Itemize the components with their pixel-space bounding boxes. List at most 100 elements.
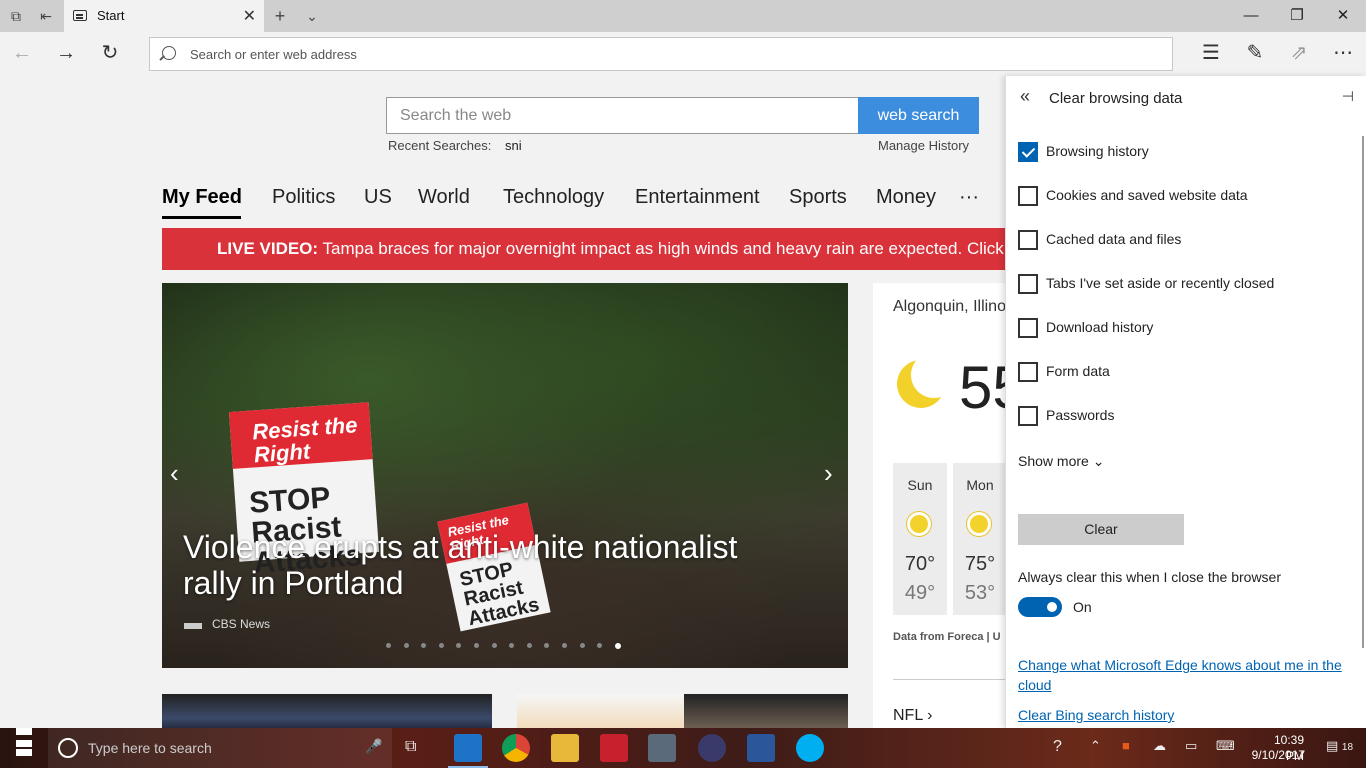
show-more-toggle[interactable]: Show more ⌄ xyxy=(1018,453,1104,470)
clock-date[interactable]: 9/10/2017 xyxy=(1243,748,1305,762)
back-chevron-icon[interactable]: « xyxy=(1020,86,1030,107)
always-clear-toggle[interactable] xyxy=(1018,597,1062,617)
web-search-input[interactable]: Search the web xyxy=(386,97,859,134)
tab-start[interactable]: Start ✕ xyxy=(64,0,264,32)
tab-us[interactable]: US xyxy=(364,186,392,209)
tab-world[interactable]: World xyxy=(418,186,470,209)
file-explorer-icon[interactable] xyxy=(551,734,579,762)
web-search-button[interactable]: web search xyxy=(858,97,979,134)
more-tabs-icon[interactable]: ··· xyxy=(959,186,979,209)
carousel-prev-icon[interactable]: ‹ xyxy=(170,458,179,489)
keyboard-icon[interactable]: ⌨ xyxy=(1216,738,1235,754)
tab-politics[interactable]: Politics xyxy=(272,186,335,209)
clear-button[interactable]: Clear xyxy=(1018,514,1184,545)
edge-app-icon[interactable] xyxy=(448,734,488,768)
onedrive-icon[interactable]: ☁ xyxy=(1153,738,1166,754)
nfl-section-link[interactable]: NFL › xyxy=(893,707,932,725)
network-icon[interactable]: ▭ xyxy=(1185,738,1197,754)
clear-bing-history-link[interactable]: Clear Bing search history xyxy=(1018,707,1174,723)
forecast-day-label: Mon xyxy=(966,477,994,493)
taskbar-search-box[interactable]: Type here to search 🎤 xyxy=(48,728,392,768)
more-icon[interactable]: ⋯ xyxy=(1331,42,1355,66)
checkbox[interactable] xyxy=(1018,406,1038,426)
hub-icon[interactable]: ☰ xyxy=(1199,42,1223,66)
refresh-icon[interactable]: ↻ xyxy=(98,42,122,66)
minimize-button[interactable]: — xyxy=(1228,0,1274,32)
task-view-icon[interactable]: ⧉ xyxy=(405,738,416,756)
forward-icon[interactable]: → xyxy=(54,42,78,66)
new-tab-icon[interactable]: + xyxy=(272,7,288,25)
carousel-dot[interactable] xyxy=(491,643,497,648)
close-tab-icon[interactable]: ✕ xyxy=(243,6,256,26)
carousel-next-icon[interactable]: › xyxy=(824,458,833,489)
set-aside-tabs-icon[interactable]: ⇤ xyxy=(38,8,54,24)
checkbox[interactable] xyxy=(1018,230,1038,250)
carousel-dot[interactable] xyxy=(562,643,567,648)
tab-preview-chevron-icon[interactable]: ⌄ xyxy=(304,8,320,24)
carousel-dot[interactable] xyxy=(544,643,550,648)
live-video-banner[interactable]: LIVE VIDEO: Tampa braces for major overn… xyxy=(162,228,1005,270)
carousel-dot[interactable] xyxy=(421,643,427,648)
news-tile[interactable] xyxy=(684,694,848,728)
tab-entertainment[interactable]: Entertainment xyxy=(635,186,760,209)
tab-technology[interactable]: Technology xyxy=(503,186,604,209)
eclipse-app-icon[interactable] xyxy=(698,734,726,762)
hero-headline[interactable]: Violence erupts at anti-white nationalis… xyxy=(183,529,803,601)
share-icon[interactable]: ⇗ xyxy=(1287,42,1311,66)
pin-icon[interactable]: ⊣ xyxy=(1342,88,1354,105)
checkbox[interactable] xyxy=(1018,186,1038,206)
carousel-dot[interactable] xyxy=(526,643,532,648)
close-window-button[interactable]: ✕ xyxy=(1320,0,1366,32)
cloud-data-link[interactable]: Change what Microsoft Edge knows about m… xyxy=(1018,655,1348,695)
recent-search-item[interactable]: sni xyxy=(505,138,522,153)
skype-app-icon[interactable] xyxy=(796,734,824,762)
office-icon[interactable]: ■ xyxy=(1122,738,1130,753)
checkbox[interactable] xyxy=(1018,142,1038,162)
carousel-dot[interactable] xyxy=(386,643,391,648)
hero-carousel[interactable]: Resist the Right STOP Racist Attacks Res… xyxy=(162,283,848,668)
sun-icon xyxy=(970,515,988,533)
carousel-dot[interactable] xyxy=(509,643,515,648)
carousel-dot[interactable] xyxy=(438,643,444,648)
panel-scrollbar[interactable] xyxy=(1362,136,1364,648)
restore-button[interactable]: ❐ xyxy=(1274,0,1320,32)
help-icon[interactable]: ? xyxy=(1053,738,1062,756)
weather-card[interactable]: Algonquin, Illino 55 Sun 70° 49° Mon 75°… xyxy=(873,283,1005,728)
back-icon[interactable]: ← xyxy=(10,42,34,66)
carousel-dot[interactable] xyxy=(579,643,585,648)
option-label: Cached data and files xyxy=(1046,231,1182,247)
checkbox[interactable] xyxy=(1018,362,1038,382)
web-search-placeholder: Search the web xyxy=(400,107,512,124)
carousel-dot[interactable] xyxy=(403,643,409,648)
acrobat-app-icon[interactable] xyxy=(600,734,628,762)
show-hidden-icons-chevron-icon[interactable]: ⌃ xyxy=(1090,738,1101,754)
chrome-app-icon[interactable] xyxy=(502,734,530,762)
windows-start-icon[interactable] xyxy=(0,728,48,768)
cortana-icon xyxy=(58,738,78,758)
microphone-icon[interactable]: 🎤 xyxy=(365,738,382,755)
carousel-dot[interactable] xyxy=(597,643,603,648)
carousel-dot[interactable] xyxy=(614,643,621,649)
carousel-dot[interactable] xyxy=(474,643,479,648)
news-tile[interactable] xyxy=(162,694,492,728)
news-tile[interactable] xyxy=(517,694,684,728)
forecast-high: 75° xyxy=(964,553,996,575)
taskbar: Type here to search 🎤 ⧉ ? ⌃ ■ ☁ ▭ ⌨ 10:3… xyxy=(0,728,1366,768)
notification-center-icon[interactable]: ▤ 18 xyxy=(1326,738,1353,754)
checkbox[interactable] xyxy=(1018,274,1038,294)
moon-icon xyxy=(897,352,957,408)
nfl-label: NFL xyxy=(893,707,923,724)
tab-my-feed[interactable]: My Feed xyxy=(162,186,242,209)
web-note-icon[interactable]: ✎ xyxy=(1243,42,1267,66)
carousel-dot[interactable] xyxy=(456,643,462,648)
live-video-prefix: LIVE VIDEO: xyxy=(217,239,319,258)
virtualbox-app-icon[interactable] xyxy=(648,734,676,762)
tab-money[interactable]: Money xyxy=(876,186,936,209)
address-bar[interactable]: Search or enter web address xyxy=(149,37,1173,71)
tab-list-icon[interactable]: ⧉ xyxy=(8,8,24,24)
checkbox[interactable] xyxy=(1018,318,1038,338)
word-app-icon[interactable] xyxy=(747,734,775,762)
manage-history-link[interactable]: Manage History xyxy=(878,138,969,153)
tab-sports[interactable]: Sports xyxy=(789,186,847,209)
weather-location: Algonquin, Illino xyxy=(893,298,1005,315)
